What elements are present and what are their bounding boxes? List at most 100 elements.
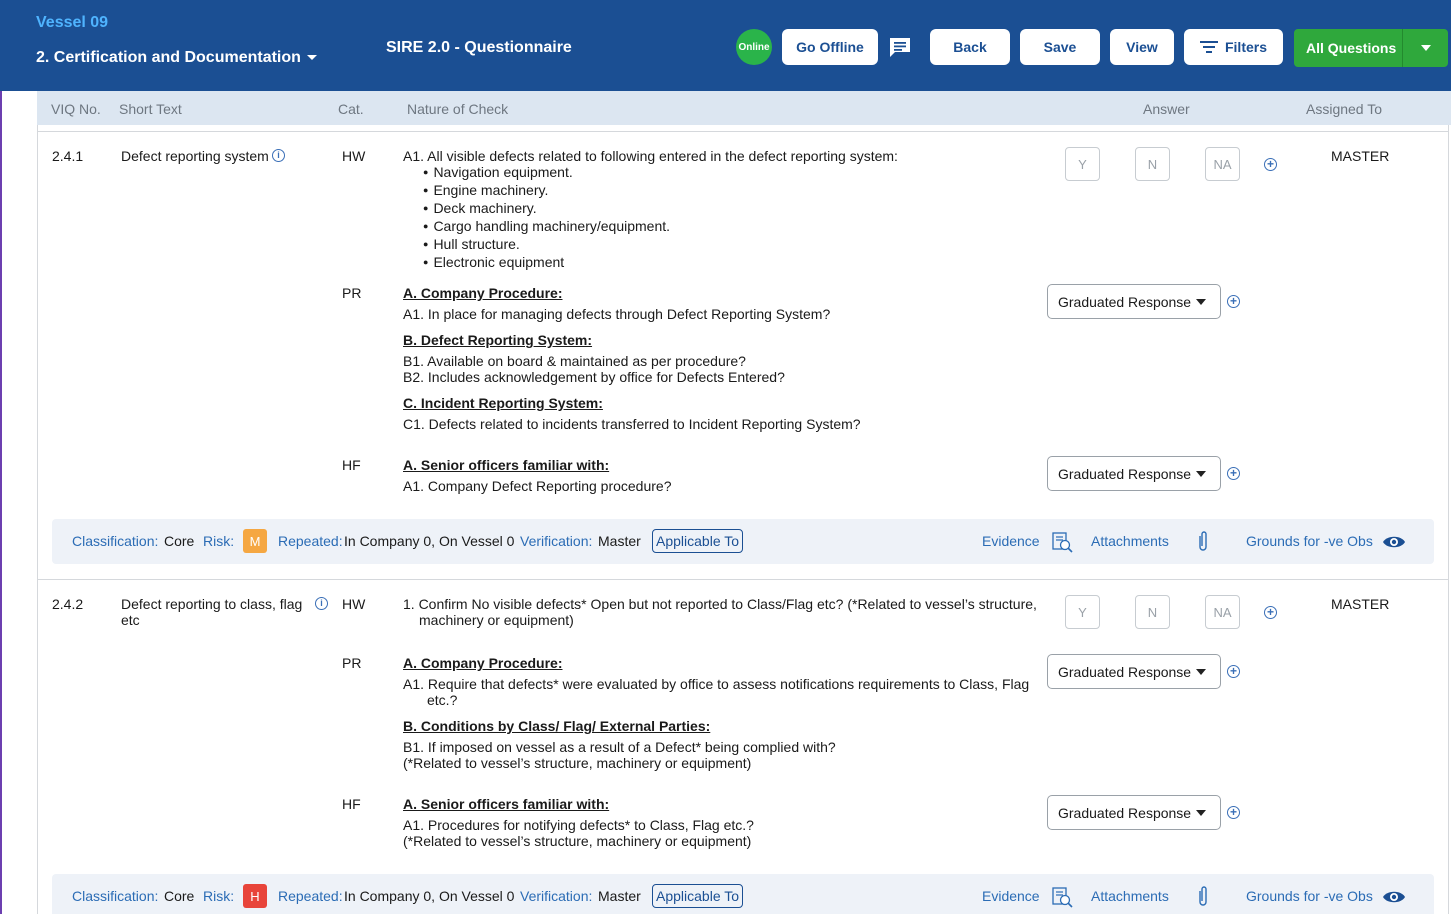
hw-question-text: A1. All visible defects related to follo… [403,148,898,164]
filters-button[interactable]: Filters [1184,29,1283,65]
view-button[interactable]: View [1110,29,1174,65]
add-circle-icon[interactable] [1227,665,1240,678]
add-circle-icon[interactable] [1227,467,1240,480]
pr-section-a-heading: A. Company Procedure: [403,285,563,301]
evidence-link[interactable]: Evidence [982,533,1040,549]
pr-b1-text: B1. Available on board & maintained as p… [403,353,746,369]
select-value: Graduated Response [1058,465,1192,482]
eye-icon[interactable] [1382,888,1406,906]
short-text-line-2: etc [121,612,140,628]
applicable-to-button[interactable]: Applicable To [652,529,744,553]
answer-na-button[interactable]: NA [1205,147,1240,181]
pr-a1-text: A1. In place for managing defects throug… [403,306,831,322]
filters-label: Filters [1224,39,1267,55]
category-hf: HF [342,457,361,473]
col-category: Cat. [338,101,364,117]
all-questions-label: All Questions [1306,40,1397,56]
risk-badge: H [243,884,267,908]
answer-no-button[interactable]: N [1135,595,1170,629]
paperclip-icon[interactable] [1196,885,1210,909]
chat-icon[interactable] [887,36,913,58]
answer-no-button[interactable]: N [1135,147,1170,181]
save-button[interactable]: Save [1020,29,1100,65]
caret-down-icon [1196,471,1206,477]
list-item: Navigation equipment. [403,164,670,182]
row-divider [37,579,1449,580]
repeated-label: Repeated: [278,533,343,549]
paperclip-icon[interactable] [1196,530,1210,554]
pr-a1-line-1: A1. Require that defects* were evaluated… [403,676,1030,692]
verification-label: Verification: [520,888,593,904]
info-icon[interactable]: i [315,597,328,610]
eye-icon[interactable] [1382,533,1406,551]
evidence-icon[interactable] [1050,530,1074,554]
info-icon[interactable]: i [272,149,285,162]
select-value: Graduated Response [1058,804,1192,821]
online-status-badge: Online [736,29,772,65]
pr-section-b-heading: B. Defect Reporting System: [403,332,593,348]
classification-value: Core [164,533,195,549]
hw-bullet-list: Navigation equipment. Engine machinery. … [403,164,670,272]
classification-label: Classification: [72,533,159,549]
pr-section-a-heading: A. Company Procedure: [403,655,563,671]
classification-value: Core [164,888,195,904]
short-text-line-1: Defect reporting to class, flag [121,596,303,612]
grounds-for-negative-obs-link[interactable]: Grounds for -ve Obs [1246,888,1373,904]
pr-b1-line-1: B1. If imposed on vessel as a result of … [403,739,836,755]
applicable-to-button[interactable]: Applicable To [652,884,744,908]
answer-yes-button[interactable]: Y [1065,147,1100,181]
pr-a1-line-2: etc.? [427,692,458,708]
risk-label: Risk: [203,888,235,904]
add-circle-icon[interactable] [1264,158,1277,171]
graduated-response-select[interactable]: Graduated Response [1047,654,1221,689]
col-answer: Answer [1143,101,1190,117]
attachments-link[interactable]: Attachments [1091,888,1169,904]
answer-na-button[interactable]: NA [1205,595,1240,629]
pr-c1-text: C1. Defects related to incidents transfe… [403,416,861,432]
repeated-label: Repeated: [278,888,343,904]
caret-down-icon [306,55,317,61]
list-item: Hull structure. [403,236,670,254]
grounds-for-negative-obs-link[interactable]: Grounds for -ve Obs [1246,533,1373,549]
hf-a1-line-1: A1. Procedures for notifying defects* to… [403,817,754,833]
viq-number: 2.4.2 [52,596,84,612]
page-title: SIRE 2.0 - Questionnaire [386,39,572,56]
add-circle-icon[interactable] [1227,295,1240,308]
graduated-response-select[interactable]: Graduated Response [1047,795,1221,830]
category-pr: PR [342,655,362,671]
evidence-link[interactable]: Evidence [982,888,1040,904]
hw-question-line-2: machinery or equipment) [419,612,574,628]
all-questions-dropdown-toggle[interactable] [1403,45,1448,51]
caret-down-icon [1420,45,1431,51]
all-questions-split-button[interactable]: All Questions [1294,29,1448,67]
question-summary-bar: Classification: Core Risk: H Repeated: I… [52,874,1434,914]
evidence-icon[interactable] [1050,885,1074,909]
add-circle-icon[interactable] [1227,806,1240,819]
graduated-response-select[interactable]: Graduated Response [1047,284,1221,319]
content-right-border [1448,125,1449,914]
col-short-text: Short Text [119,101,182,117]
risk-badge: M [243,529,267,553]
list-item: Deck machinery. [403,200,670,218]
list-item: Engine machinery. [403,182,670,200]
select-value: Graduated Response [1058,293,1192,310]
add-circle-icon[interactable] [1264,606,1277,619]
answer-yes-button[interactable]: Y [1065,595,1100,629]
hf-a1-text: A1. Company Defect Reporting procedure? [403,478,672,494]
hf-section-a-heading: A. Senior officers familiar with: [403,796,610,812]
graduated-response-select[interactable]: Graduated Response [1047,456,1221,491]
filter-icon [1199,41,1218,53]
left-gutter-line [0,91,2,914]
select-value: Graduated Response [1058,663,1192,680]
caret-down-icon [1196,810,1206,816]
col-nature-of-check: Nature of Check [407,101,509,117]
go-offline-button[interactable]: Go Offline [782,29,878,65]
category-hw: HW [342,596,366,612]
attachments-link[interactable]: Attachments [1091,533,1169,549]
section-selector[interactable]: 2. Certification and Documentation [36,49,317,67]
verification-label: Verification: [520,533,593,549]
back-button[interactable]: Back [930,29,1010,65]
pr-b2-text: B2. Includes acknowledgement by office f… [403,369,785,385]
verification-value: Master [598,533,641,549]
verification-value: Master [598,888,641,904]
